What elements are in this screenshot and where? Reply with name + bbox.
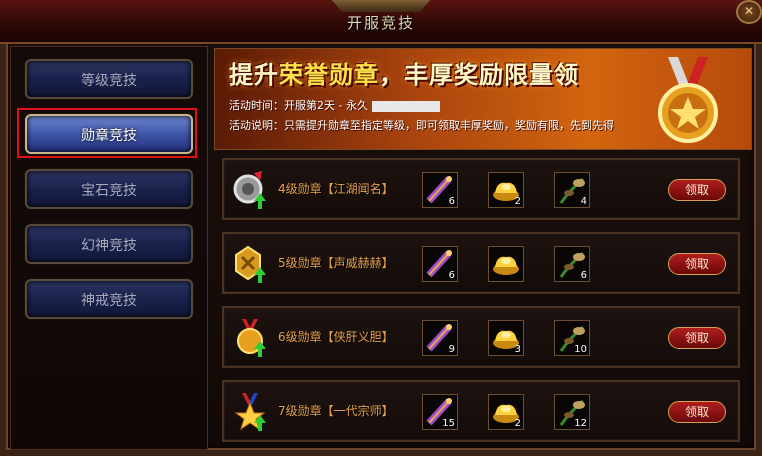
reward-item-slot[interactable] — [488, 246, 524, 282]
close-button[interactable]: ✕ — [736, 0, 762, 24]
claim-button[interactable]: 领取 — [668, 327, 726, 349]
medal-level-5-icon — [235, 245, 266, 283]
nav-level-competition[interactable]: 等级竞技 — [25, 59, 193, 99]
event-desc-value: 只需提升勋章至指定等级，即可领取丰厚奖励，奖励有限，先到先得 — [284, 119, 614, 132]
event-time-label: 活动时间： — [229, 99, 284, 112]
banner-title-part1: 提升 — [229, 61, 279, 89]
reward-item-slot[interactable]: 3 — [488, 320, 524, 356]
item-qty: 10 — [574, 344, 587, 355]
event-desc-label: 活动说明： — [229, 119, 284, 132]
title-ornament — [330, 0, 432, 12]
reward-label: 5级勋章【声威赫赫】 — [278, 256, 394, 270]
reward-row: 7级勋章【一代宗师】 15 2 12 领取 — [222, 380, 740, 442]
item-qty: 6 — [448, 196, 455, 207]
item-qty: 9 — [448, 344, 455, 355]
reward-label: 6级勋章【侠肝义胆】 — [278, 330, 394, 344]
item-qty: 15 — [442, 418, 455, 429]
title-bar: 开服竞技 — [0, 0, 762, 44]
reward-row: 4级勋章【江湖闻名】 6 2 4 领取 — [222, 158, 740, 220]
item-qty: 2 — [514, 196, 521, 207]
close-icon: ✕ — [743, 4, 755, 18]
nav-gem-competition[interactable]: 宝石竞技 — [25, 169, 193, 209]
event-time-value: 开服第2天 - 永久 — [284, 99, 368, 112]
reward-label: 4级勋章【江湖闻名】 — [278, 182, 394, 196]
reward-row: 5级勋章【声威赫赫】 6 6 领取 — [222, 232, 740, 294]
medal-level-6-icon — [237, 319, 266, 357]
gold-ingot-icon — [493, 256, 519, 275]
nav-phantom-competition[interactable]: 幻神竞技 — [25, 224, 193, 264]
medal-level-7-icon — [234, 393, 266, 431]
event-time: 活动时间：开服第2天 - 永久 — [229, 97, 440, 113]
reward-item-slot[interactable]: 10 — [554, 320, 590, 356]
medal-level-4-icon — [233, 171, 266, 209]
medal-icon — [658, 57, 718, 143]
reward-label: 7级勋章【一代宗师】 — [278, 404, 394, 418]
item-qty: 4 — [580, 196, 587, 207]
event-description: 活动说明：只需提升勋章至指定等级，即可领取丰厚奖励，奖励有限，先到先得 — [229, 117, 614, 133]
item-qty: 3 — [514, 344, 521, 355]
reward-item-slot[interactable]: 4 — [554, 172, 590, 208]
claim-button[interactable]: 领取 — [668, 401, 726, 423]
reward-item-slot[interactable]: 2 — [488, 172, 524, 208]
item-qty: 12 — [574, 418, 587, 429]
reward-item-slot[interactable]: 9 — [422, 320, 458, 356]
item-qty: 6 — [448, 270, 455, 281]
reward-item-slot[interactable]: 15 — [422, 394, 458, 430]
item-qty: 6 — [580, 270, 587, 281]
window-title: 开服竞技 — [346, 14, 415, 32]
event-banner: 提升荣誉勋章，丰厚奖励限量领 活动时间：开服第2天 - 永久 活动说明：只需提升… — [214, 48, 752, 150]
banner-title: 提升荣誉勋章，丰厚奖励限量领 — [229, 55, 579, 90]
reward-item-slot[interactable]: 2 — [488, 394, 524, 430]
reward-item-slot[interactable]: 6 — [422, 246, 458, 282]
claim-button[interactable]: 领取 — [668, 253, 726, 275]
item-qty: 2 — [514, 418, 521, 429]
banner-title-highlight: 荣誉勋章 — [279, 61, 379, 89]
banner-title-part2: ，丰厚奖励限量领 — [379, 61, 579, 89]
nav-ring-competition[interactable]: 神戒竞技 — [25, 279, 193, 319]
reward-item-slot[interactable]: 6 — [554, 246, 590, 282]
reward-item-slot[interactable]: 6 — [422, 172, 458, 208]
side-nav: 等级竞技 勋章竞技 宝石竞技 幻神竞技 神戒竞技 — [10, 46, 208, 450]
redacted-block — [371, 100, 440, 112]
selected-nav-highlight — [17, 108, 197, 158]
claim-button[interactable]: 领取 — [668, 179, 726, 201]
reward-item-slot[interactable]: 12 — [554, 394, 590, 430]
reward-row: 6级勋章【侠肝义胆】 9 3 10 领取 — [222, 306, 740, 368]
